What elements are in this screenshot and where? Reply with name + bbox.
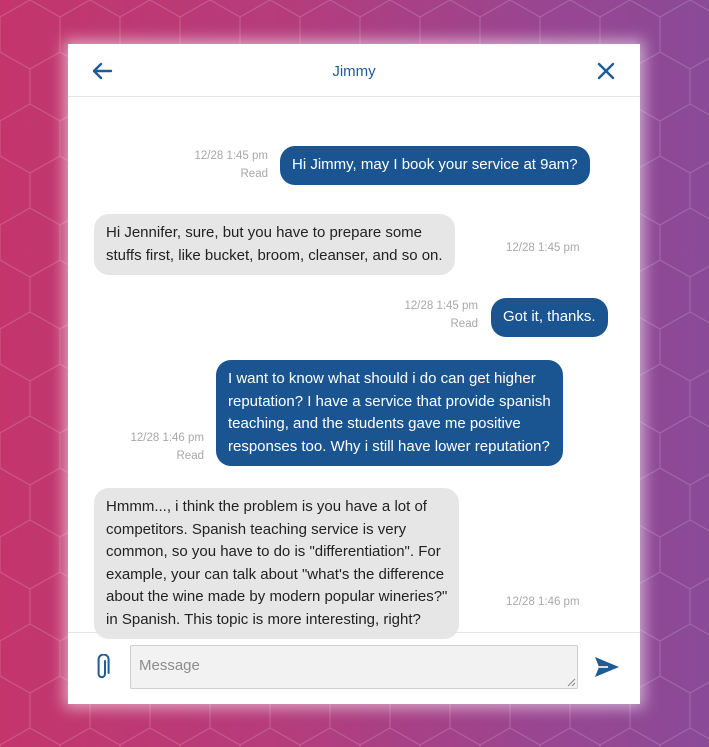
- message-text-line: I want to know what should i do can get …: [228, 370, 536, 387]
- message-meta: 12/28 1:45 pm Read: [378, 297, 478, 333]
- message-text-line: about the wine made by modern popular wi…: [106, 588, 448, 605]
- send-button[interactable]: [592, 654, 622, 680]
- message-time: 12/28 1:45 pm: [506, 242, 580, 254]
- message-text-line: stuffs first, like bucket, broom, cleans…: [106, 246, 443, 264]
- message-time: 12/28 1:45 pm: [194, 150, 268, 162]
- resize-grip-icon[interactable]: [566, 677, 576, 687]
- message-meta: 12/28 1:45 pm Read: [168, 147, 268, 183]
- message-list[interactable]: 12/28 1:45 pm Read Hi Jimmy, may I book …: [68, 97, 640, 639]
- attach-button[interactable]: [92, 653, 112, 682]
- paperclip-icon: [97, 653, 110, 679]
- message-text-line: example, your can talk about "what's the…: [106, 565, 445, 583]
- message-input[interactable]: [130, 645, 578, 689]
- message-text-line: reputation? I have a service that provid…: [228, 392, 551, 410]
- message-text-line: Hmmm..., i think the problem is you have…: [106, 498, 427, 515]
- read-status: Read: [240, 168, 269, 180]
- message-time: 12/28 1:46 pm: [130, 432, 204, 444]
- message-bubble[interactable]: Got it, thanks.: [491, 298, 608, 337]
- message-bubble[interactable]: Hmmm..., i think the problem is you have…: [94, 488, 460, 639]
- message-text-line: Hi Jennifer, sure, but you have to prepa…: [106, 224, 423, 241]
- message-text-line: in Spanish. This topic is more interesti…: [106, 610, 421, 628]
- message-time: 12/28 1:45 pm: [404, 300, 478, 312]
- message-text-line: teaching, and the students gave me posit…: [228, 415, 521, 432]
- read-status: Read: [176, 450, 205, 462]
- message-bubble[interactable]: Hi Jennifer, sure, but you have to prepa…: [94, 214, 455, 275]
- message-text-line: Got it, thanks.: [503, 308, 596, 325]
- message-text-line: common, so you have to do is "differenti…: [106, 543, 441, 560]
- message-text-line: competitors. Spanish teaching service is…: [106, 520, 407, 538]
- chat-header: Jimmy: [68, 44, 640, 97]
- message-time: 12/28 1:46 pm: [506, 596, 580, 608]
- message-composer: [68, 632, 640, 705]
- send-icon: [595, 657, 619, 677]
- message-text-line: Hi Jimmy, may I book your service at 9am…: [292, 156, 578, 173]
- message-bubble[interactable]: I want to know what should i do can get …: [216, 360, 563, 466]
- message-meta: 12/28 1:46 pm Read: [104, 429, 204, 465]
- read-status: Read: [450, 318, 479, 330]
- chat-window: Jimmy 12/28 1:45 pm Read Hi Jimmy, may I…: [68, 44, 640, 704]
- message-bubble[interactable]: Hi Jimmy, may I book your service at 9am…: [280, 146, 590, 185]
- message-text-line: responses too. Why i still have lower re…: [228, 437, 550, 455]
- close-icon: [597, 62, 615, 80]
- close-button[interactable]: [594, 59, 618, 83]
- chat-title: Jimmy: [332, 63, 376, 80]
